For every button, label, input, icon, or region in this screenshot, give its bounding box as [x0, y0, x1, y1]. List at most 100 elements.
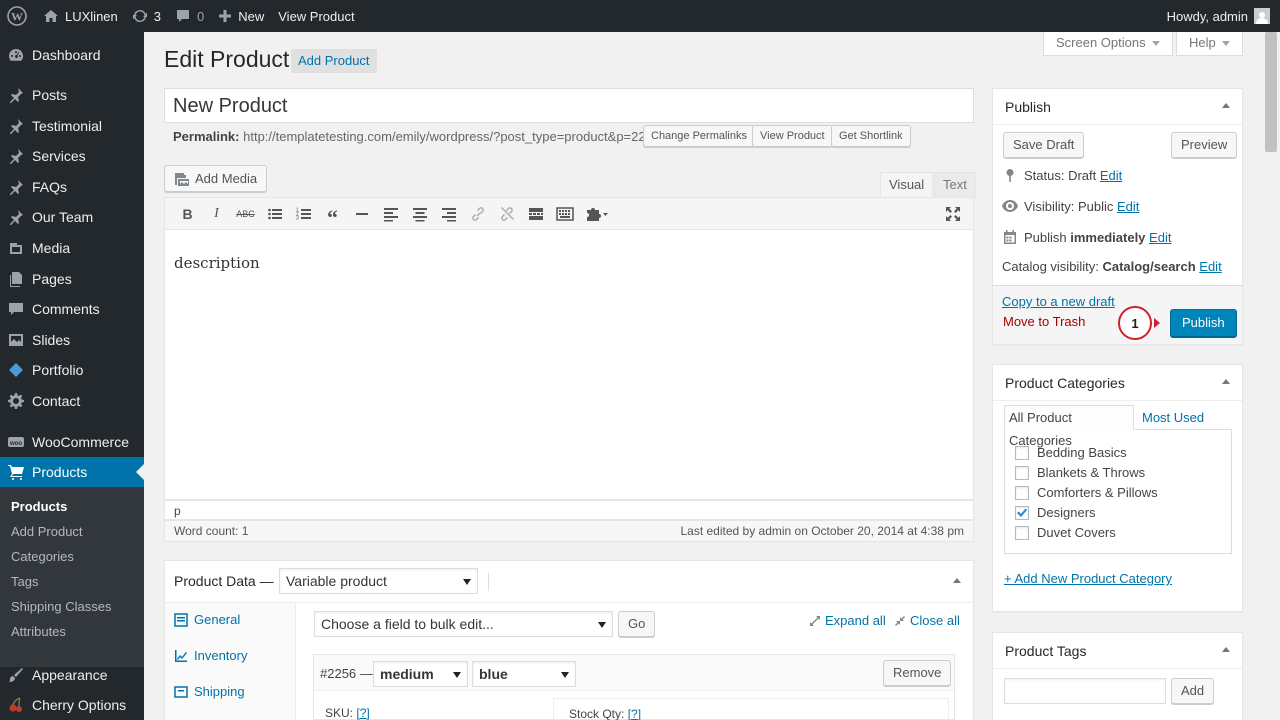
page-scrollbar[interactable] [1262, 32, 1280, 720]
tag-input[interactable] [1004, 678, 1166, 704]
menu-woocommerce[interactable]: woo WooCommerce [0, 427, 144, 457]
category-item[interactable]: Comforters & Pillows [1015, 485, 1158, 500]
strikethrough-button[interactable]: ABC [231, 200, 260, 228]
menu-services[interactable]: Services [0, 141, 144, 171]
bullet-list-button[interactable] [260, 200, 289, 228]
menu-contact[interactable]: Contact [0, 386, 144, 416]
color-select[interactable]: blue [472, 661, 576, 687]
product-type-select[interactable]: Variable product [279, 568, 478, 594]
distraction-free-button[interactable] [938, 200, 967, 228]
change-permalinks-button[interactable]: Change Permalinks [643, 125, 755, 147]
insert-more-button[interactable] [521, 200, 550, 228]
tab-inventory[interactable]: Inventory [174, 648, 247, 663]
updates-link[interactable]: 3 [125, 0, 168, 32]
tab-visual[interactable]: Visual [880, 172, 934, 198]
size-select[interactable]: medium [373, 661, 468, 687]
toggle-panel-icon[interactable] [1222, 103, 1230, 108]
submenu-products[interactable]: Products [0, 494, 144, 519]
my-account[interactable]: Howdy, admin [1160, 0, 1280, 32]
close-all-link[interactable]: Close all [895, 613, 960, 628]
get-shortlink-button[interactable]: Get Shortlink [831, 125, 911, 147]
category-checkbox[interactable] [1015, 525, 1029, 540]
edit-date-link[interactable]: Edit [1149, 230, 1171, 245]
help-button[interactable]: Help [1176, 32, 1243, 56]
submenu-add-product[interactable]: Add Product [0, 519, 144, 544]
bulk-edit-select[interactable]: Choose a field to bulk edit... [314, 611, 613, 637]
add-tag-button[interactable]: Add [1171, 678, 1215, 704]
remove-variation-button[interactable]: Remove [883, 660, 952, 686]
tab-general[interactable]: General [174, 612, 240, 627]
stock-help-link[interactable]: [?] [628, 707, 641, 720]
menu-portfolio[interactable]: Portfolio [0, 355, 144, 385]
save-draft-button[interactable]: Save Draft [1003, 132, 1085, 158]
publish-button[interactable]: Publish [1170, 309, 1237, 337]
align-left-button[interactable] [376, 200, 405, 228]
category-item[interactable]: Duvet Covers [1015, 525, 1116, 540]
move-to-trash-link[interactable]: Move to Trash [1003, 314, 1085, 329]
edit-status-link[interactable]: Edit [1100, 168, 1122, 183]
tab-shipping[interactable]: Shipping [174, 684, 245, 699]
menu-posts[interactable]: Posts [0, 80, 144, 110]
add-new-category-link[interactable]: + Add New Product Category [1004, 571, 1172, 586]
toggle-panel-icon[interactable] [1222, 647, 1230, 652]
menu-slides[interactable]: Slides [0, 325, 144, 355]
category-checkbox-checked[interactable] [1015, 505, 1029, 520]
italic-button[interactable]: I [202, 200, 231, 228]
bold-button[interactable]: B [173, 200, 202, 228]
menu-cherry-options[interactable]: Cherry Options [0, 690, 144, 720]
menu-faqs[interactable]: FAQs [0, 172, 144, 202]
category-item[interactable]: Designers [1015, 505, 1096, 520]
sku-help-link[interactable]: [?] [356, 706, 369, 720]
editor-content[interactable]: description [164, 230, 974, 500]
go-button[interactable]: Go [618, 611, 656, 637]
product-title-input[interactable]: New Product [164, 88, 974, 123]
menu-media[interactable]: Media [0, 233, 144, 263]
preview-button[interactable]: Preview [1171, 132, 1238, 158]
menu-comments[interactable]: Comments [0, 294, 144, 324]
tab-most-used[interactable]: Most Used [1142, 410, 1204, 425]
menu-appearance[interactable]: Appearance [0, 660, 144, 690]
site-name-link[interactable]: LUXlinen [36, 0, 125, 32]
remove-link-button[interactable] [492, 200, 521, 228]
expand-all-link[interactable]: Expand all [810, 613, 886, 628]
submenu-shipping-classes[interactable]: Shipping Classes [0, 594, 144, 619]
wordpress-logo-icon[interactable]: W [0, 0, 36, 32]
blockquote-button[interactable]: “ [318, 200, 347, 228]
shortcode-button[interactable] [579, 200, 615, 228]
menu-our-team[interactable]: Our Team [0, 202, 144, 232]
menu-testimonial[interactable]: Testimonial [0, 111, 144, 141]
submenu-attributes[interactable]: Attributes [0, 619, 144, 644]
submenu-tags[interactable]: Tags [0, 569, 144, 594]
view-product-button[interactable]: View Product [752, 125, 833, 147]
edit-visibility-link[interactable]: Edit [1117, 199, 1139, 214]
align-center-button[interactable] [405, 200, 434, 228]
menu-dashboard[interactable]: Dashboard [0, 40, 144, 70]
copy-to-draft-link[interactable]: Copy to a new draft [1002, 294, 1115, 309]
add-media-button[interactable]: Add Media [164, 165, 268, 192]
edit-catalog-link[interactable]: Edit [1199, 259, 1221, 274]
new-content-link[interactable]: New [211, 0, 271, 32]
toggle-panel-icon[interactable] [953, 578, 961, 583]
screen-options-button[interactable]: Screen Options [1043, 32, 1173, 56]
toolbar-toggle-button[interactable] [550, 200, 579, 228]
insert-link-button[interactable] [463, 200, 492, 228]
numbered-list-button[interactable]: 123 [289, 200, 318, 228]
menu-label: WooCommerce [32, 434, 129, 450]
tab-all-categories[interactable]: All Product Categories [1004, 405, 1134, 448]
category-checkbox[interactable] [1015, 485, 1029, 500]
menu-products[interactable]: Products [0, 457, 144, 487]
category-checkbox[interactable] [1015, 465, 1029, 480]
permalink-url[interactable]: http://templatetesting.com/emily/wordpre… [243, 129, 660, 144]
scrollbar-thumb[interactable] [1265, 32, 1277, 152]
add-product-button[interactable]: Add Product [291, 49, 377, 73]
category-item[interactable]: Blankets & Throws [1015, 465, 1145, 480]
tab-text[interactable]: Text [934, 172, 976, 198]
submenu-categories[interactable]: Categories [0, 544, 144, 569]
toggle-panel-icon[interactable] [1222, 379, 1230, 384]
menu-pages[interactable]: Pages [0, 264, 144, 294]
svg-text:3: 3 [296, 215, 299, 221]
horizontal-line-button[interactable] [347, 200, 376, 228]
view-product-link[interactable]: View Product [271, 0, 361, 32]
comments-link[interactable]: 0 [168, 0, 211, 32]
align-right-button[interactable] [434, 200, 463, 228]
